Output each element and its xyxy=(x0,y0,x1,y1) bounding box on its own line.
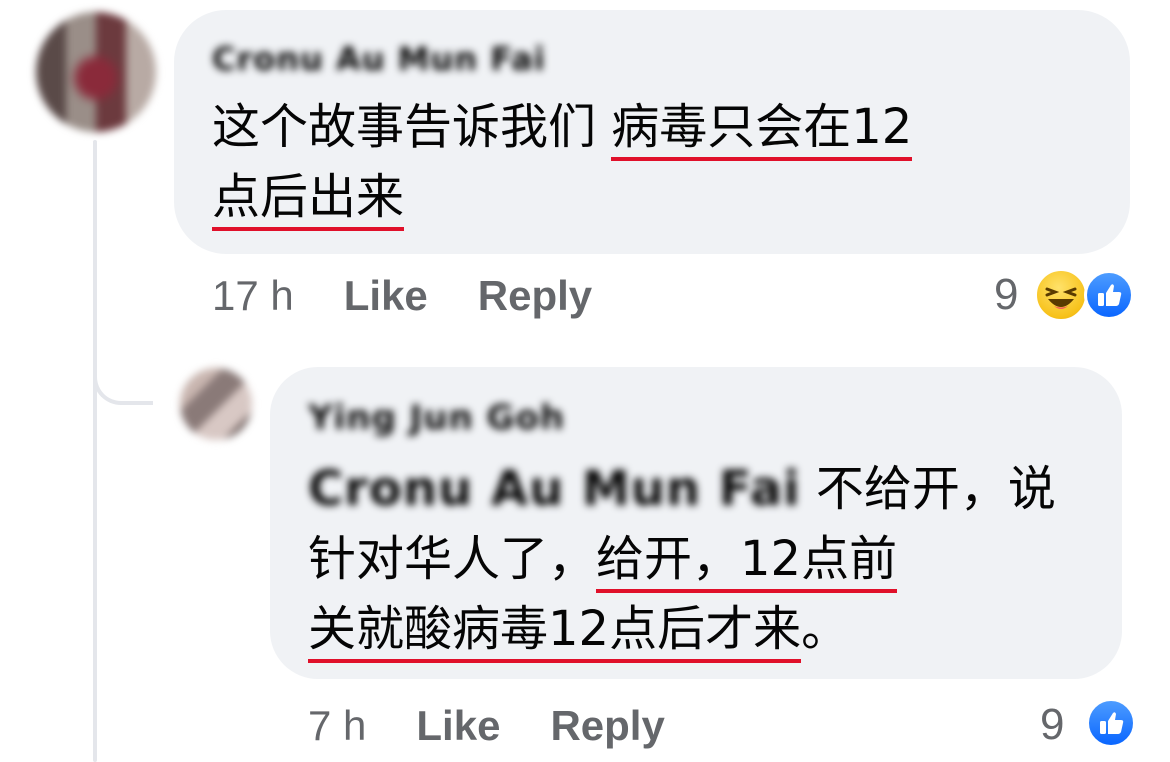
haha-icon[interactable] xyxy=(1034,268,1088,322)
avatar[interactable] xyxy=(180,368,252,440)
comment-text-underlined: 关就酸病毒12点后才来 xyxy=(308,601,802,663)
reaction-count[interactable]: 9 xyxy=(1040,700,1064,750)
timestamp[interactable]: 7 h xyxy=(308,702,366,749)
mention-tag[interactable]: Cronu Au Mun Fai xyxy=(308,454,801,524)
avatar[interactable] xyxy=(36,12,156,132)
reply-button[interactable]: Reply xyxy=(550,702,664,749)
comment-text-underlined: 病毒只会在12 xyxy=(611,99,913,161)
comment-text-lead: 这个故事告诉我们 xyxy=(212,99,612,155)
comment-author-name[interactable]: Ying Jun Goh xyxy=(308,398,565,438)
comment-text-line: 不给开，说 xyxy=(800,461,1056,517)
comment-text-line: 。 xyxy=(801,601,850,657)
comment-text: Cronu Au Mun Fai 不给开，说 针对华人了，给开，12点前 关就酸… xyxy=(308,454,1056,664)
reply-connector xyxy=(93,330,153,405)
comment-text-line: 针对华人了， xyxy=(308,531,597,587)
comment-text: 这个故事告诉我们 病毒只会在12 点后出来 xyxy=(212,92,913,232)
timestamp[interactable]: 17 h xyxy=(212,272,294,319)
comment-text-underlined: 点后出来 xyxy=(212,169,405,231)
reaction-count[interactable]: 9 xyxy=(994,270,1018,320)
like-icon[interactable] xyxy=(1084,270,1134,320)
comment-text-underlined: 给开，12点前 xyxy=(596,531,898,593)
like-icon[interactable] xyxy=(1086,698,1136,748)
comment-author-name[interactable]: Cronu Au Mun Fai xyxy=(212,40,546,78)
comment-actions: 7 h Like Reply xyxy=(308,702,665,750)
like-button[interactable]: Like xyxy=(344,272,428,319)
comment-actions: 17 h Like Reply xyxy=(212,272,592,320)
reply-button[interactable]: Reply xyxy=(478,272,592,319)
thread-line xyxy=(93,140,97,762)
like-button[interactable]: Like xyxy=(416,702,500,749)
